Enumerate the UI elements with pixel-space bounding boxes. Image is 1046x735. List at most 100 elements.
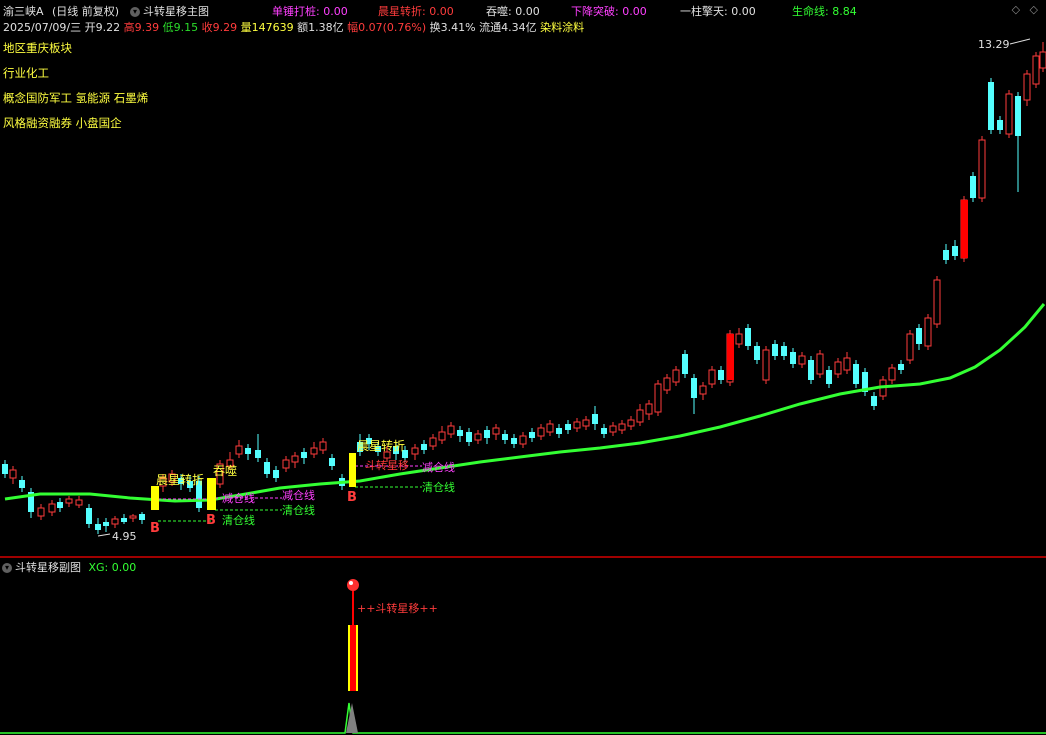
stat-value: 0.00 xyxy=(429,5,454,18)
candle-body xyxy=(1039,51,1046,69)
candle-body xyxy=(906,333,914,361)
low-value: 9.15 xyxy=(173,21,199,34)
sector-label: 染料涂料 xyxy=(540,21,585,34)
candle-body xyxy=(592,414,598,424)
candle-body xyxy=(556,428,562,434)
candle-body xyxy=(888,367,896,381)
candle-body xyxy=(654,383,662,413)
high-label: 高 xyxy=(123,21,135,34)
sub-indicator-chart[interactable]: ++斗转星移++ xyxy=(0,573,1046,735)
industry-label: 行业化工 xyxy=(3,66,49,80)
candle-body xyxy=(329,458,335,466)
candle-body xyxy=(474,433,482,441)
main-kline-chart[interactable]: 13.29 4.95 晨星转折 吞噬 晨星转折 斗转星移 减仓线 减仓线 减仓线… xyxy=(0,34,1046,556)
candle-body xyxy=(762,349,770,381)
candle-body xyxy=(282,459,290,469)
signal-bar xyxy=(207,478,216,510)
candle-body xyxy=(916,328,922,344)
candle-body xyxy=(853,364,859,384)
stat-lifeline: 生命线: 8.84 xyxy=(792,3,857,19)
candle-body xyxy=(609,425,617,433)
stat-ts: 吞噬: 0.00 xyxy=(486,3,540,19)
candle-body xyxy=(1005,93,1013,135)
candle-body xyxy=(699,385,707,395)
candle-body xyxy=(798,355,806,365)
stat-label: 单锤打桩: xyxy=(272,5,320,18)
sub-signal-label: ++斗转星移++ xyxy=(357,601,438,615)
stat-value: 8.84 xyxy=(832,5,857,18)
candle-body xyxy=(708,369,716,385)
amount-label: 额 xyxy=(297,21,309,34)
candle-body xyxy=(978,139,986,199)
pane-divider[interactable] xyxy=(0,556,1046,558)
candle-body xyxy=(618,423,626,431)
stat-dcdz: 单锤打桩: 0.00 xyxy=(272,3,348,19)
chevron-down-icon[interactable]: ▾ xyxy=(130,7,140,17)
candle-body xyxy=(245,448,251,454)
candle-body xyxy=(438,431,446,441)
candle-body xyxy=(310,447,318,455)
candle-body xyxy=(1032,55,1040,85)
stat-yzqt: 一柱擎天: 0.00 xyxy=(680,3,756,19)
candle-body xyxy=(924,317,932,347)
close-label: 收 xyxy=(201,21,213,34)
period-label[interactable]: (日线 前复权) xyxy=(52,3,119,19)
stock-name[interactable]: 渝三峡A xyxy=(3,3,44,19)
stat-value: 0.00 xyxy=(515,5,540,18)
candle-body xyxy=(9,469,17,479)
candles-group xyxy=(2,42,1046,534)
candle-body xyxy=(988,82,994,130)
candle-body xyxy=(457,430,463,436)
limit-up-candle xyxy=(961,200,968,258)
amount-value: 1.38亿 xyxy=(308,21,344,34)
stat-label: 吞噬: xyxy=(486,5,512,18)
candle-body xyxy=(411,447,419,455)
diamond-icon[interactable]: ◇ xyxy=(1030,3,1038,16)
stat-value: 0.00 xyxy=(323,5,348,18)
candle-body xyxy=(682,354,688,374)
stat-xjtp: 下降突破: 0.00 xyxy=(571,3,647,19)
candle-body xyxy=(672,369,680,383)
candle-body xyxy=(447,425,455,435)
signal-bar xyxy=(349,453,356,487)
change-label: 幅 xyxy=(347,21,359,34)
dzxy-label: 斗转星移 xyxy=(365,458,409,472)
quote-date: 2025/07/09/三 xyxy=(3,21,82,34)
candle-body xyxy=(37,507,45,517)
open-value: 9.22 xyxy=(95,21,121,34)
candle-body xyxy=(1015,96,1021,136)
candle-body xyxy=(319,441,327,451)
reduce-line-label: 减仓线 xyxy=(282,488,315,502)
candle-body xyxy=(75,499,83,506)
candle-body xyxy=(754,346,760,360)
candle-body xyxy=(121,518,127,522)
vol-label: 量 xyxy=(240,21,252,34)
float-value: 4.34亿 xyxy=(501,21,537,34)
candle-body xyxy=(86,508,92,524)
stat-label: 晨星转折: xyxy=(378,5,426,18)
reduce-line-label: 减仓线 xyxy=(222,491,255,505)
candle-body xyxy=(255,450,261,458)
low-label: 低 xyxy=(162,21,174,34)
stat-label: 一柱擎天: xyxy=(680,5,728,18)
candle-body xyxy=(645,403,653,415)
xg-line xyxy=(0,702,1046,734)
candle-body xyxy=(19,480,25,488)
candle-body xyxy=(65,498,73,504)
stat-cxzz: 晨星转折: 0.00 xyxy=(378,3,454,19)
candle-body xyxy=(48,503,56,513)
main-indicator-menu[interactable]: ▾ 斗转星移主图 xyxy=(128,3,209,19)
morning-star-label: 晨星转折 xyxy=(357,438,405,453)
candle-body xyxy=(103,522,109,526)
candle-body xyxy=(573,421,581,429)
float-label: 流通 xyxy=(479,21,502,34)
turnover-label: 换 xyxy=(429,21,441,34)
main-indicator-name: 斗转星移主图 xyxy=(143,5,209,18)
diamond-icon[interactable]: ◇ xyxy=(1012,3,1020,16)
chevron-down-icon[interactable]: ▾ xyxy=(2,563,12,573)
candle-body xyxy=(808,360,814,380)
candle-body xyxy=(933,279,941,325)
candle-body xyxy=(273,470,279,478)
candle-body xyxy=(970,176,976,198)
turnover-value: 3.41% xyxy=(440,21,476,34)
